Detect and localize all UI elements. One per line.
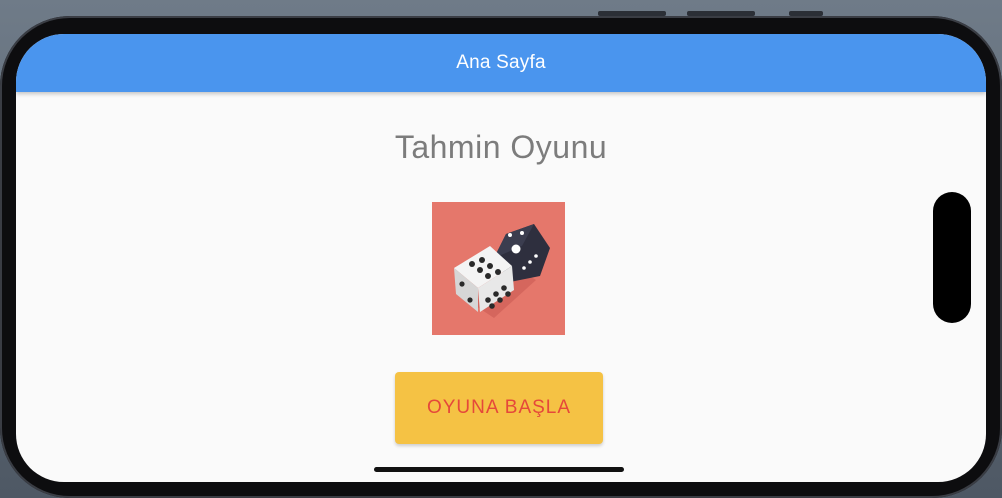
app-bar-title: Ana Sayfa [456, 52, 546, 73]
start-game-button[interactable]: OYUNA BAŞLA [395, 372, 603, 444]
dynamic-island [933, 192, 971, 323]
dice-icon [432, 202, 565, 335]
page-title: Tahmin Oyunu [394, 129, 608, 165]
home-indicator[interactable] [374, 467, 624, 472]
app-screen: Ana Sayfa Tahmin Oyunu OYUNA BAŞLA [16, 34, 986, 482]
app-bar: Ana Sayfa [16, 34, 986, 92]
